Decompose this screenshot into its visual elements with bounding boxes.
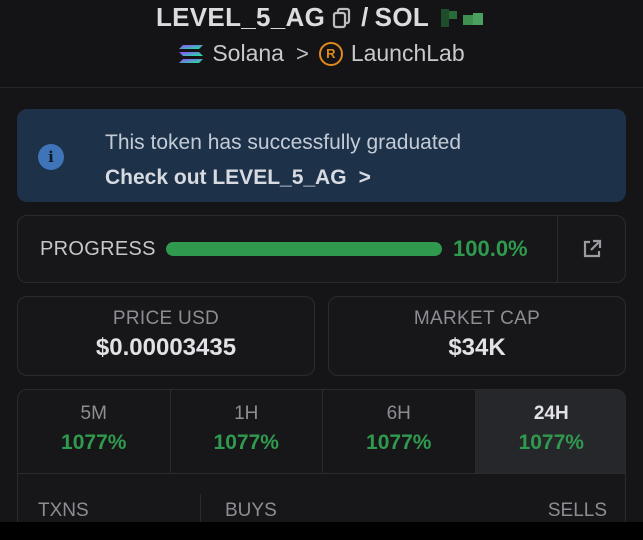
chevron-right-icon: > xyxy=(358,166,371,189)
timeframe-label: 5M xyxy=(80,403,107,424)
txns-label: TXNS xyxy=(38,500,89,521)
timeframe-tabs: 5M 1077% 1H 1077% 6H 1077% 24H 1077% xyxy=(18,390,625,474)
graduated-banner[interactable]: i This token has successfully graduated … xyxy=(17,109,626,202)
external-link-icon[interactable] xyxy=(581,238,603,260)
price-card: PRICE USD $0.00003435 xyxy=(17,296,315,376)
divider xyxy=(557,216,558,282)
pair-title: LEVEL_5_AG / SOL xyxy=(0,2,643,33)
price-value: $0.00003435 xyxy=(95,334,237,361)
token-symbol: LEVEL_5_AG xyxy=(155,2,326,32)
quote-symbol: SOL xyxy=(374,2,430,32)
timeframe-change: 1077% xyxy=(61,431,127,454)
pair-separator: / xyxy=(361,2,369,32)
pixelated-icon xyxy=(441,7,487,29)
timeframe-label: 6H xyxy=(386,403,411,424)
token-header: LEVEL_5_AG / SOL Solana > R LaunchLab xyxy=(0,0,643,88)
copy-icon[interactable] xyxy=(331,6,353,30)
progress-bar xyxy=(166,242,442,256)
timeframe-change: 1077% xyxy=(366,431,432,454)
tab-24h[interactable]: 24H 1077% xyxy=(475,390,625,473)
market-cap-card: MARKET CAP $34K xyxy=(328,296,626,376)
timeframe-label: 24H xyxy=(533,403,569,424)
timeframe-label: 1H xyxy=(234,403,259,424)
bottom-edge xyxy=(0,522,643,540)
timeframe-change: 1077% xyxy=(213,431,279,454)
banner-cta-label: Check out LEVEL_5_AG xyxy=(105,166,347,189)
tab-1h[interactable]: 1H 1077% xyxy=(171,390,323,473)
progress-card: PROGRESS 100.0% xyxy=(17,215,626,283)
sells-label: SELLS xyxy=(547,500,607,521)
tab-6h[interactable]: 6H 1077% xyxy=(323,390,476,473)
timeframe-card: 5M 1077% 1H 1077% 6H 1077% 24H 1077% TXN… xyxy=(17,389,626,540)
progress-value: 100.0% xyxy=(453,236,528,261)
token-page: LEVEL_5_AG / SOL Solana > R LaunchLab i … xyxy=(0,0,643,540)
chevron-right-icon: > xyxy=(295,40,309,66)
breadcrumb: Solana > R LaunchLab xyxy=(0,40,643,67)
progress-bar-fill xyxy=(166,242,442,256)
tab-5m[interactable]: 5M 1077% xyxy=(18,390,171,473)
chain-name[interactable]: Solana xyxy=(212,40,284,67)
price-label: PRICE USD xyxy=(112,308,220,329)
buys-label: BUYS xyxy=(225,500,277,521)
banner-message: This token has successfully graduated xyxy=(105,131,462,154)
banner-cta-link[interactable]: Check out LEVEL_5_AG > xyxy=(105,166,371,190)
timeframe-change: 1077% xyxy=(518,431,584,454)
market-cap-label: MARKET CAP xyxy=(413,308,541,329)
raydium-icon: R xyxy=(318,41,343,66)
solana-icon xyxy=(179,44,204,63)
market-cap-value: $34K xyxy=(448,334,506,361)
progress-label: PROGRESS xyxy=(40,238,156,260)
launchpad-name[interactable]: LaunchLab xyxy=(351,40,465,67)
info-icon: i xyxy=(38,144,64,170)
